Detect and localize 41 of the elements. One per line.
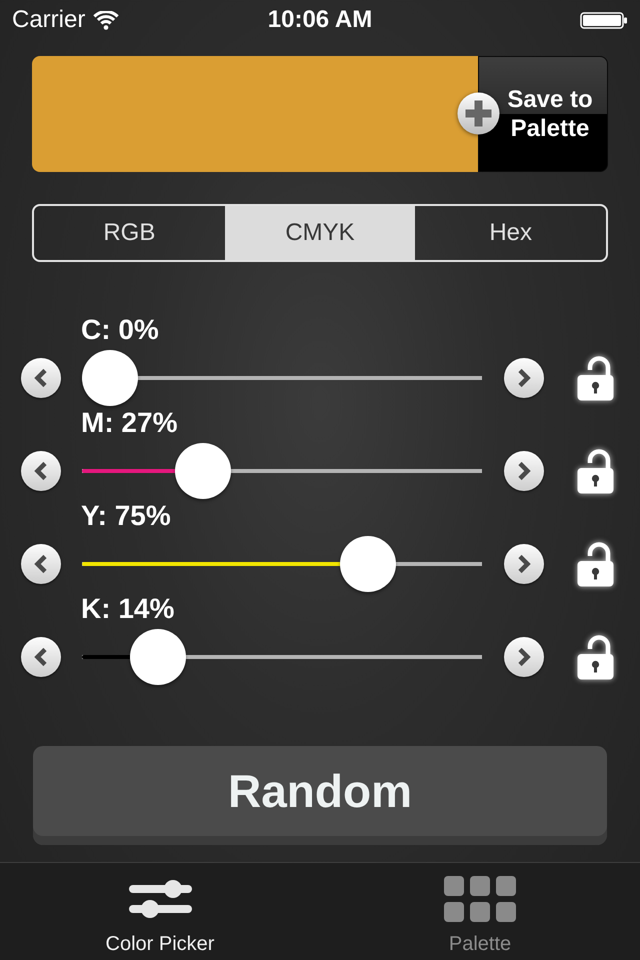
clock-time: 10:06 AM [268,6,372,34]
chevron-left-icon [33,461,49,481]
tab-bar-item[interactable]: Color Picker [0,863,320,960]
chevron-right-icon [516,461,532,481]
slider-thumb[interactable] [340,536,396,592]
slider-thumb[interactable] [130,629,186,685]
chevron-right-icon [516,647,532,667]
mode-tab[interactable]: Hex [415,206,606,260]
increase-button[interactable] [504,544,544,584]
decrease-button[interactable] [21,637,61,677]
channel-label: C: 0% [81,314,159,346]
tab-bar-item[interactable]: Palette [320,863,640,960]
chevron-left-icon [33,647,49,667]
save-button[interactable]: Save to Palette [478,56,608,172]
mode-tab[interactable]: CMYK [224,206,416,260]
unlocked-padlock-icon[interactable] [577,634,614,680]
slider-thumb[interactable] [82,350,138,406]
chevron-right-icon [516,554,532,574]
grid-icon [444,876,516,922]
sliders-icon [128,878,192,920]
decrease-button[interactable] [21,451,61,491]
decrease-button[interactable] [21,544,61,584]
increase-button[interactable] [504,637,544,677]
carrier-label: Carrier [12,6,86,34]
chevron-right-icon [516,368,532,388]
wifi-icon [93,10,120,30]
decrease-button[interactable] [21,358,61,398]
plus-icon[interactable] [457,92,500,135]
increase-button[interactable] [504,358,544,398]
unlocked-padlock-icon[interactable] [577,448,614,494]
random-button[interactable]: Random [33,746,607,845]
channel-label: Y: 75% [81,500,171,532]
mode-tab[interactable]: RGB [34,206,225,260]
unlocked-padlock-icon[interactable] [577,542,614,586]
increase-button[interactable] [504,451,544,491]
channel-label: K: 14% [81,593,174,625]
unlocked-padlock-icon[interactable] [577,356,614,400]
chevron-left-icon [33,554,49,574]
channel-label: M: 27% [81,407,178,439]
chevron-left-icon [33,368,49,388]
battery-icon [580,12,628,28]
